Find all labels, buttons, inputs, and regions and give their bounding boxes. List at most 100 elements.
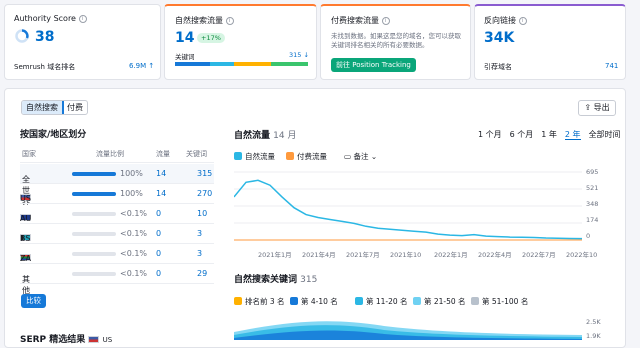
share-bar bbox=[72, 252, 116, 256]
serp-country: US bbox=[102, 336, 113, 344]
range-tab[interactable]: 全部时间 bbox=[589, 130, 621, 139]
legend-keyword-position[interactable]: 第 51-100 名 bbox=[471, 296, 528, 307]
tab-organic[interactable]: 自然搜索 bbox=[22, 101, 64, 114]
legend-keyword-position[interactable]: 第 4-10 名 bbox=[290, 296, 338, 307]
compare-button[interactable]: 比较 bbox=[21, 294, 46, 308]
keywords-chart-count: 315 bbox=[300, 275, 318, 285]
traffic-chart-title: 自然流量 bbox=[234, 131, 271, 141]
checkbox-icon bbox=[471, 297, 479, 305]
backlinks-value[interactable]: 34K bbox=[484, 30, 514, 46]
traffic-ytick: 174 bbox=[586, 216, 599, 224]
organic-traffic-title: 自然搜索流量 bbox=[175, 16, 223, 25]
legend-keyword-position[interactable]: 第 11-20 名 bbox=[355, 296, 408, 307]
keywords-value[interactable]: 3 bbox=[197, 229, 202, 238]
authority-score-card: Authority Score i 38 Semrush 域名排名 6.9M ↑ bbox=[4, 4, 161, 80]
traffic-xtick: 2021年7月 bbox=[346, 251, 380, 259]
table-row[interactable]: ZA <0.1% 0 3 bbox=[20, 244, 214, 264]
keywords-value[interactable]: 29 bbox=[197, 269, 207, 278]
kw-ytick: 2.5K bbox=[586, 318, 601, 326]
legend-keyword-position[interactable]: 排名前 3 名 bbox=[234, 296, 285, 307]
traffic-xtick: 2021年1月 bbox=[258, 251, 292, 259]
range-tab[interactable]: 2 年 bbox=[564, 130, 581, 140]
share-value: <0.1% bbox=[120, 249, 148, 258]
authority-score-value[interactable]: 38 bbox=[35, 29, 54, 45]
traffic-value[interactable]: 14 bbox=[156, 189, 166, 198]
export-button[interactable]: ⇪ 导出 bbox=[578, 100, 616, 116]
table-row[interactable]: 其他 <0.1% 0 29 bbox=[20, 264, 214, 295]
checkbox-icon bbox=[413, 297, 421, 305]
traffic-xtick: 2022年4月 bbox=[478, 251, 512, 259]
keyword-distribution-bar bbox=[175, 62, 308, 66]
table-row[interactable]: BS <0.1% 0 3 bbox=[20, 224, 214, 244]
info-icon[interactable]: i bbox=[225, 16, 234, 25]
semrush-rank-value[interactable]: 6.9M ↑ bbox=[129, 62, 154, 70]
search-type-tabs: 自然搜索 付费 bbox=[21, 100, 88, 115]
keywords-value[interactable]: 315 bbox=[197, 169, 212, 178]
country-name: 其他 bbox=[22, 275, 30, 295]
range-tab[interactable]: 1 年 bbox=[541, 130, 557, 139]
keywords-value[interactable]: 3 bbox=[197, 249, 202, 258]
traffic-value[interactable]: 0 bbox=[156, 249, 161, 258]
position-tracking-button[interactable]: 前往 Position Tracking bbox=[331, 58, 416, 72]
range-tab[interactable]: 6 个月 bbox=[510, 130, 534, 139]
country-name: ZA bbox=[20, 254, 31, 263]
checkbox-icon bbox=[234, 152, 242, 160]
traffic-ytick: 0 bbox=[586, 232, 591, 240]
info-icon[interactable]: i bbox=[518, 16, 527, 25]
keywords-value[interactable]: 10 bbox=[197, 209, 207, 218]
keywords-area-chart[interactable] bbox=[234, 316, 582, 340]
share-bar bbox=[72, 232, 116, 236]
bar-segment-4-10 bbox=[209, 62, 234, 66]
paid-traffic-title: 付费搜索流量 bbox=[331, 16, 379, 25]
keywords-value[interactable]: 270 bbox=[197, 189, 212, 198]
table-row[interactable]: US 100% 14 270 bbox=[20, 184, 214, 204]
organic-traffic-value[interactable]: 14 bbox=[175, 30, 194, 46]
share-value: 100% bbox=[120, 169, 143, 178]
header-keywords: 关键词 bbox=[186, 150, 207, 158]
range-tab[interactable]: 1 个月 bbox=[478, 130, 502, 139]
legend-paid-traffic[interactable]: 付费流量 bbox=[286, 151, 327, 162]
share-bar bbox=[72, 172, 116, 176]
bar-segment-21-100 bbox=[270, 62, 308, 66]
traffic-xtick: 2021年10 bbox=[390, 251, 422, 259]
bar-segment-11-20 bbox=[233, 62, 271, 66]
referring-domains-value[interactable]: 741 bbox=[605, 62, 618, 70]
checkbox-icon bbox=[355, 297, 363, 305]
legend-organic-traffic[interactable]: 自然流量 bbox=[234, 151, 275, 162]
info-icon[interactable]: i bbox=[381, 16, 390, 25]
traffic-line-chart[interactable] bbox=[234, 168, 582, 246]
notes-dropdown[interactable]: ▭ 备注 ⌄ bbox=[344, 151, 377, 162]
traffic-value[interactable]: 0 bbox=[156, 269, 161, 278]
country-section-title: 按国家/地区划分 bbox=[20, 130, 87, 140]
traffic-ytick: 521 bbox=[586, 184, 599, 192]
backlinks-card: 反向链接 i 34K 引荐域名 741 bbox=[474, 4, 626, 80]
traffic-change-badge: +17% bbox=[197, 33, 225, 43]
paid-traffic-card: 付费搜索流量 i 未找到数据。如果这是您的域名，您可以获取关键词排名相关的所有必… bbox=[320, 4, 471, 80]
paid-traffic-desc: 未找到数据。如果这是您的域名，您可以获取关键词排名相关的所有必要数据。 bbox=[331, 32, 461, 49]
traffic-xtick: 2022年10 bbox=[566, 251, 598, 259]
country-name: AU bbox=[20, 214, 32, 223]
header-share: 流量比例 bbox=[96, 150, 124, 158]
tab-paid[interactable]: 付费 bbox=[63, 101, 87, 114]
traffic-xtick: 2022年7月 bbox=[522, 251, 556, 259]
traffic-value[interactable]: 0 bbox=[156, 229, 161, 238]
backlinks-title: 反向链接 bbox=[484, 16, 516, 25]
date-range-tabs: 1 个月 6 个月 1 年 2 年全部时间 bbox=[478, 129, 629, 140]
country-table-header: 国家 流量比例 流量 关键词 bbox=[20, 146, 214, 163]
traffic-xtick: 2022年1月 bbox=[434, 251, 468, 259]
table-row[interactable]: AU <0.1% 0 10 bbox=[20, 204, 214, 224]
legend-keyword-position[interactable]: 第 21-50 名 bbox=[413, 296, 466, 307]
share-value: <0.1% bbox=[120, 269, 148, 278]
info-icon[interactable]: i bbox=[78, 14, 87, 23]
bar-segment-top3 bbox=[175, 62, 210, 66]
serp-features-title: SERP 精选结果 bbox=[20, 335, 86, 345]
traffic-value[interactable]: 14 bbox=[156, 169, 166, 178]
traffic-chart-period: 14 月 bbox=[273, 131, 297, 141]
chevron-down-icon: ⌄ bbox=[370, 152, 378, 161]
keywords-value[interactable]: 315 ↓ bbox=[289, 51, 309, 59]
table-row[interactable]: 全世界 100% 14 315 bbox=[20, 164, 214, 206]
share-bar bbox=[72, 272, 116, 276]
traffic-value[interactable]: 0 bbox=[156, 209, 161, 218]
checkbox-icon bbox=[286, 152, 294, 160]
country-name: BS bbox=[20, 234, 31, 243]
